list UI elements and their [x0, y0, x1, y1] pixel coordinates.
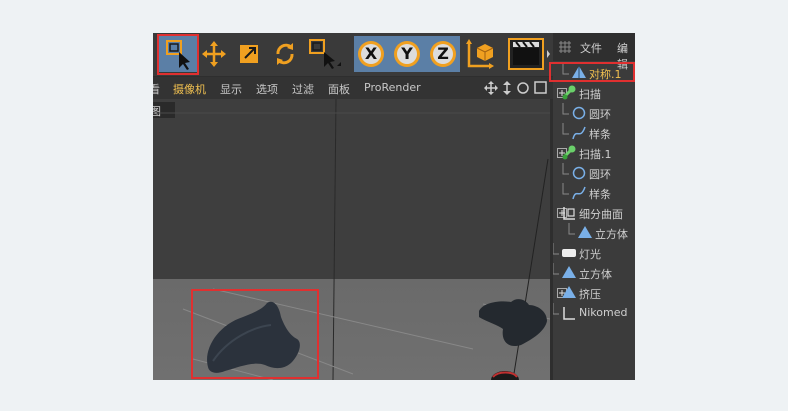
object-tree-item-label: 样条 — [589, 128, 611, 141]
highlight-symmetry-item — [549, 62, 635, 82]
live-select-icon — [309, 39, 341, 69]
menu-item-display[interactable]: 显示 — [220, 81, 242, 97]
cube-icon — [578, 226, 592, 238]
object-tree-item-label: 立方体 — [579, 268, 612, 281]
tree-line-icon — [553, 303, 559, 315]
cube-icon — [562, 266, 576, 278]
render-view-button[interactable] — [507, 36, 551, 72]
coordinate-system-button[interactable] — [463, 36, 497, 72]
menu-item-options[interactable]: 选项 — [256, 81, 278, 97]
object-tree-item[interactable]: 扫描 — [553, 83, 635, 103]
spline-icon — [572, 126, 586, 140]
scale-box-icon — [240, 45, 258, 63]
object-tree-item[interactable]: 扫描.1 — [553, 143, 635, 163]
clapboard-icon — [508, 38, 550, 70]
object-tree-item[interactable]: 圆环 — [553, 163, 635, 183]
tree-line-icon — [568, 223, 575, 235]
object-tree-item-label: Nikomed — [579, 306, 628, 319]
circle-spline-icon — [572, 106, 586, 120]
object-tree-item-label: 扫描.1 — [579, 148, 612, 161]
tree-line-icon — [562, 183, 569, 195]
subdivision-surface-icon — [563, 207, 575, 220]
object-tree-item-label: 样条 — [589, 188, 611, 201]
object-tree-item[interactable]: Nikomed — [553, 303, 635, 323]
object-manager-header: 文件 编辑 — [553, 33, 635, 71]
rotate-arrows-icon — [276, 43, 294, 65]
object-tree-item[interactable]: 细分曲面 — [553, 203, 635, 223]
light-icon — [562, 249, 576, 257]
main-toolbar: X Y Z — [153, 33, 553, 76]
object-manager-panel: 文件 编辑 对称.1 扫描 圆环 样条 扫描.1 圆环 样条 细分曲面 立方体 灯光 立方体 挤压 Ni… — [553, 33, 635, 380]
move-tool-button[interactable] — [199, 36, 229, 72]
menu-file[interactable]: 文件 — [580, 40, 602, 56]
object-tree-item-label: 立方体 — [595, 228, 628, 241]
tree-line-icon — [562, 123, 569, 135]
y-axis-button[interactable]: Y — [400, 44, 414, 63]
null-icon — [563, 307, 575, 320]
object-tree-item-label: 细分曲面 — [579, 208, 623, 221]
tree-line-icon — [553, 263, 559, 275]
sweep-icon — [562, 85, 576, 100]
tree-line-icon — [562, 163, 569, 175]
menu-item-prorender[interactable]: ProRender — [364, 81, 421, 94]
move-arrows-icon — [202, 41, 226, 67]
tree-line-icon — [562, 103, 569, 115]
grid-handle-icon — [559, 41, 571, 53]
circle-spline-icon — [572, 166, 586, 180]
world-axis-icon — [466, 39, 494, 69]
object-tree-item[interactable]: 立方体 — [553, 263, 635, 283]
object-tree-item-label: 挤压 — [579, 288, 601, 301]
menu-item-view[interactable]: 看 — [153, 81, 160, 97]
object-tree-item[interactable]: 挤压 — [553, 283, 635, 303]
spline-icon — [572, 186, 586, 200]
menu-item-camera[interactable]: 摄像机 — [173, 81, 206, 97]
object-tree-item-label: 圆环 — [589, 108, 611, 121]
cinema4d-window: X Y Z 看 摄像机 显示 选项 过滤 面板 ProRender 图 文件 编… — [153, 33, 635, 380]
object-tree-item-label: 圆环 — [589, 168, 611, 181]
object-tree-item[interactable]: 样条 — [553, 183, 635, 203]
viewport-menu-bar: 看 摄像机 显示 选项 过滤 面板 ProRender — [153, 77, 553, 99]
rotate-tool-button[interactable] — [269, 36, 301, 72]
object-tree-item-label: 灯光 — [579, 248, 601, 261]
sweep-icon — [562, 145, 576, 160]
live-select-button[interactable] — [307, 36, 343, 72]
tree-line-icon — [553, 243, 559, 255]
viewport-nav-icons[interactable] — [483, 80, 549, 96]
object-tree-item[interactable]: 灯光 — [553, 243, 635, 263]
object-tree-item[interactable]: 立方体 — [553, 223, 635, 243]
shoe-model-right — [479, 299, 547, 347]
scale-tool-button[interactable] — [233, 36, 265, 72]
object-tree-item[interactable]: 样条 — [553, 123, 635, 143]
menu-item-filter[interactable]: 过滤 — [292, 81, 314, 97]
z-axis-button[interactable]: Z — [436, 44, 450, 63]
x-axis-button[interactable]: X — [364, 44, 378, 63]
highlight-select-tool — [157, 34, 199, 75]
menu-item-panel[interactable]: 面板 — [328, 81, 350, 97]
object-tree-item-label: 扫描 — [579, 88, 601, 101]
extrude-icon — [562, 286, 576, 298]
object-tree-item[interactable]: 圆环 — [553, 103, 635, 123]
highlight-shoe-model — [191, 289, 319, 379]
axis-lock-group: X Y Z — [354, 36, 460, 72]
